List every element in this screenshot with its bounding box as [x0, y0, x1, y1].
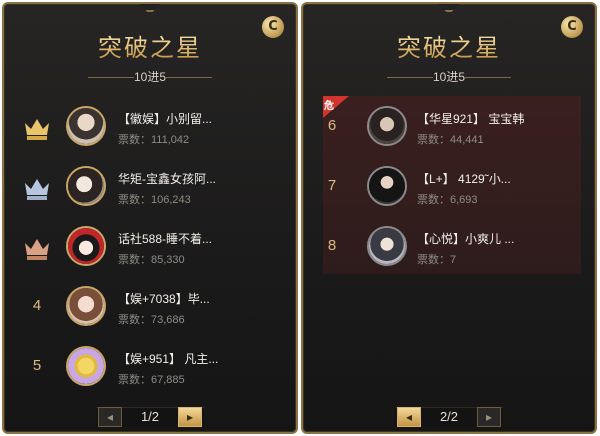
subtitle-row: 10进5: [303, 70, 595, 84]
avatar[interactable]: [367, 226, 407, 266]
pagination: ◂ 2/2 ▸: [303, 404, 595, 430]
contestant-name[interactable]: 【心悦】小爽儿 ...: [417, 230, 545, 247]
contestant-name[interactable]: 话社588-睡不着...: [118, 230, 246, 247]
avatar[interactable]: [66, 286, 106, 326]
contestant-name[interactable]: 【徽娱】小别留...: [118, 110, 246, 127]
contestant-name[interactable]: 【娱+7038】毕...: [118, 290, 246, 307]
leaderboard-row[interactable]: 8 【心悦】小爽儿 ... 票数：7: [303, 219, 595, 279]
next-page-button[interactable]: ▸: [477, 407, 501, 427]
panel-title: 突破之星: [303, 28, 595, 63]
rank-number: 6: [327, 117, 337, 134]
contestant-name[interactable]: 【华星921】 宝宝韩: [417, 110, 545, 127]
panel-subtitle: 10进5: [133, 70, 167, 84]
subtitle-divider: [465, 77, 511, 78]
leaderboard-row[interactable]: 7 【L+】 4129˜小... 票数：6,693: [303, 159, 595, 219]
rank-number: 5: [32, 357, 42, 374]
leaderboard-row[interactable]: 华矩-宝鑫女孩阿... 票数：106,243: [4, 159, 296, 219]
leaderboard-screen: C 突破之星 10进5 【徽娱】小别留... 票数：111,042 华矩-宝鑫女…: [0, 0, 600, 436]
page-indicator: 2/2: [439, 409, 459, 424]
avatar[interactable]: [66, 106, 106, 146]
next-page-button[interactable]: ▸: [178, 407, 202, 427]
silver-crown-icon: [25, 179, 49, 200]
leaderboard-row[interactable]: 【徽娱】小别留... 票数：111,042: [4, 99, 296, 159]
vote-count: 票数：6,693: [417, 194, 478, 206]
avatar[interactable]: [66, 346, 106, 386]
rank-number: 8: [327, 237, 337, 254]
subtitle-divider: [166, 77, 212, 78]
rank-number: 4: [32, 297, 42, 314]
vote-count: 票数：44,441: [417, 134, 484, 146]
avatar[interactable]: [367, 166, 407, 206]
contestant-name[interactable]: 【L+】 4129˜小...: [417, 170, 545, 187]
rank-number: 7: [327, 177, 337, 194]
avatar[interactable]: [367, 106, 407, 146]
contestant-name[interactable]: 华矩-宝鑫女孩阿...: [118, 170, 246, 187]
leaderboard-panel-left: C 突破之星 10进5 【徽娱】小别留... 票数：111,042 华矩-宝鑫女…: [2, 2, 298, 434]
gold-crown-icon: [25, 119, 49, 140]
vote-count: 票数：73,686: [118, 314, 185, 326]
panel-top-ornament: [137, 4, 163, 12]
leaderboard-row[interactable]: 4 【娱+7038】毕... 票数：73,686: [4, 279, 296, 339]
panel-title: 突破之星: [4, 28, 296, 63]
vote-count: 票数：67,885: [118, 374, 185, 386]
leaderboard-row[interactable]: 6 【华星921】 宝宝韩 票数：44,441: [303, 99, 595, 159]
vote-count: 票数：85,330: [118, 254, 185, 266]
leaderboard-row[interactable]: 5 【娱+951】 凡主... 票数：67,885: [4, 339, 296, 399]
page-indicator: 1/2: [140, 409, 160, 424]
avatar[interactable]: [66, 226, 106, 266]
subtitle-row: 10进5: [4, 70, 296, 84]
leaderboard-panel-right: C 突破之星 10进5 危 6 【华星921】 宝宝韩 票数：44,441 7 …: [301, 2, 597, 434]
bronze-crown-icon: [25, 239, 49, 260]
avatar[interactable]: [66, 166, 106, 206]
panel-subtitle: 10进5: [432, 70, 466, 84]
vote-count: 票数：111,042: [118, 134, 190, 146]
vote-count: 票数：7: [417, 254, 457, 266]
panel-top-ornament: [436, 4, 462, 12]
contestant-name[interactable]: 【娱+951】 凡主...: [118, 350, 246, 367]
pagination: ◂ 1/2 ▸: [4, 404, 296, 430]
leaderboard-row[interactable]: 话社588-睡不着... 票数：85,330: [4, 219, 296, 279]
vote-count: 票数：106,243: [118, 194, 191, 206]
